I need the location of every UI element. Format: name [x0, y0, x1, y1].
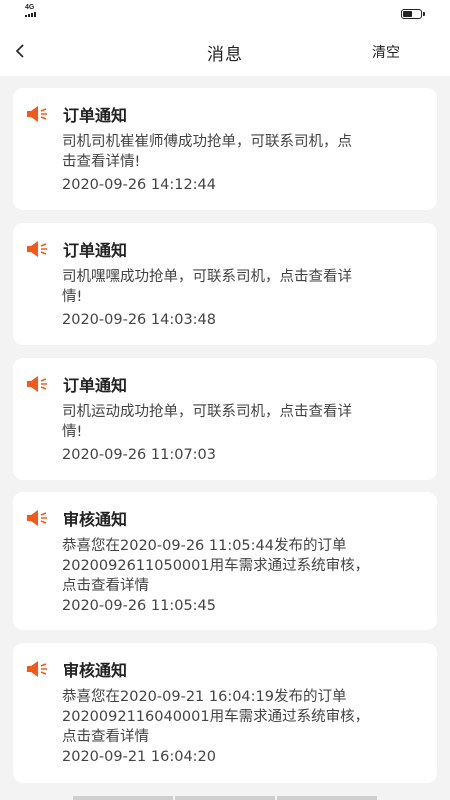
message-body-line: 恭喜您在2020-09-26 11:05:44发布的订单: [62, 538, 347, 554]
network-type: 4G: [25, 4, 35, 11]
message-time: 2020-09-26 11:05:45: [62, 598, 216, 614]
message-title: 订单通知: [63, 106, 128, 125]
message-body-line: 2020092116040001用车需求通过系统审核，: [62, 709, 370, 725]
message-body-line: 2020092611050001用车需求通过系统审核，: [62, 558, 370, 574]
speaker-icon: [27, 376, 47, 392]
signal-icon: [25, 12, 36, 17]
message-title: 订单通知: [63, 241, 128, 260]
speaker-icon: [27, 106, 47, 122]
message-body: 司机嘿嘿成功抢单，可联系司机，点击查看详 情!: [62, 267, 421, 307]
message-time: 2020-09-26 14:03:48: [62, 312, 216, 328]
message-body-line: 点击查看详情: [62, 578, 149, 594]
message-body-line: 情!: [62, 289, 83, 305]
message-body-line: 恭喜您在2020-09-21 16:04:19发布的订单: [62, 689, 347, 705]
message-card-header: 订单通知: [25, 237, 127, 261]
message-body-line: 情!: [62, 424, 83, 440]
message-title: 审核通知: [63, 661, 128, 680]
message-card-header: 审核通知: [25, 657, 127, 681]
message-card[interactable]: 订单通知 司机运动成功抢单，可联系司机，点击查看详 情! 2020-09-26 …: [13, 358, 437, 480]
message-card-header: 订单通知: [25, 372, 127, 396]
bottom-nav-segment: [175, 796, 275, 800]
speaker-icon: [27, 510, 47, 526]
message-card-header: 订单通知: [25, 102, 127, 126]
bottom-nav-segment: [73, 796, 173, 800]
speaker-icon: [27, 241, 47, 257]
message-body: 司机运动成功抢单，可联系司机，点击查看详 情!: [62, 402, 421, 442]
message-body-line: 司机嘿嘿成功抢单，可联系司机，点击查看详: [62, 269, 352, 285]
status-bar: 4G: [0, 0, 450, 28]
message-body-line: 点击查看详情: [62, 729, 149, 745]
message-time: 2020-09-26 14:12:44: [62, 177, 216, 193]
battery-icon: [401, 9, 425, 19]
bottom-nav-hint: [0, 796, 450, 800]
message-screen: 4G 消息 清空 订单通知 司机司机崔崔师傅成功抢单，可联系司机，点 击查看详情…: [0, 0, 450, 800]
message-card[interactable]: 审核通知 恭喜您在2020-09-26 11:05:44发布的订单 202009…: [13, 492, 437, 630]
message-body-line: 击查看详情!: [62, 154, 141, 170]
message-time: 2020-09-26 11:07:03: [62, 447, 216, 463]
message-card[interactable]: 订单通知 司机嘿嘿成功抢单，可联系司机，点击查看详 情! 2020-09-26 …: [13, 223, 437, 345]
clear-button[interactable]: 清空: [372, 42, 400, 62]
nav-bar: 消息 清空: [0, 28, 450, 76]
message-title: 审核通知: [63, 510, 128, 529]
message-card-header: 审核通知: [25, 506, 127, 530]
message-card[interactable]: 订单通知 司机司机崔崔师傅成功抢单，可联系司机，点 击查看详情! 2020-09…: [13, 88, 437, 210]
message-body: 恭喜您在2020-09-26 11:05:44发布的订单 20200926110…: [62, 536, 421, 596]
speaker-icon: [27, 661, 47, 677]
message-body: 司机司机崔崔师傅成功抢单，可联系司机，点 击查看详情!: [62, 132, 421, 172]
message-title: 订单通知: [63, 376, 128, 395]
message-body: 恭喜您在2020-09-21 16:04:19发布的订单 20200921160…: [62, 687, 421, 747]
message-body-line: 司机运动成功抢单，可联系司机，点击查看详: [62, 404, 352, 420]
message-card[interactable]: 审核通知 恭喜您在2020-09-21 16:04:19发布的订单 202009…: [13, 643, 437, 783]
message-time: 2020-09-21 16:04:20: [62, 749, 216, 765]
message-body-line: 司机司机崔崔师傅成功抢单，可联系司机，点: [62, 134, 352, 150]
bottom-nav-segment: [277, 796, 377, 800]
